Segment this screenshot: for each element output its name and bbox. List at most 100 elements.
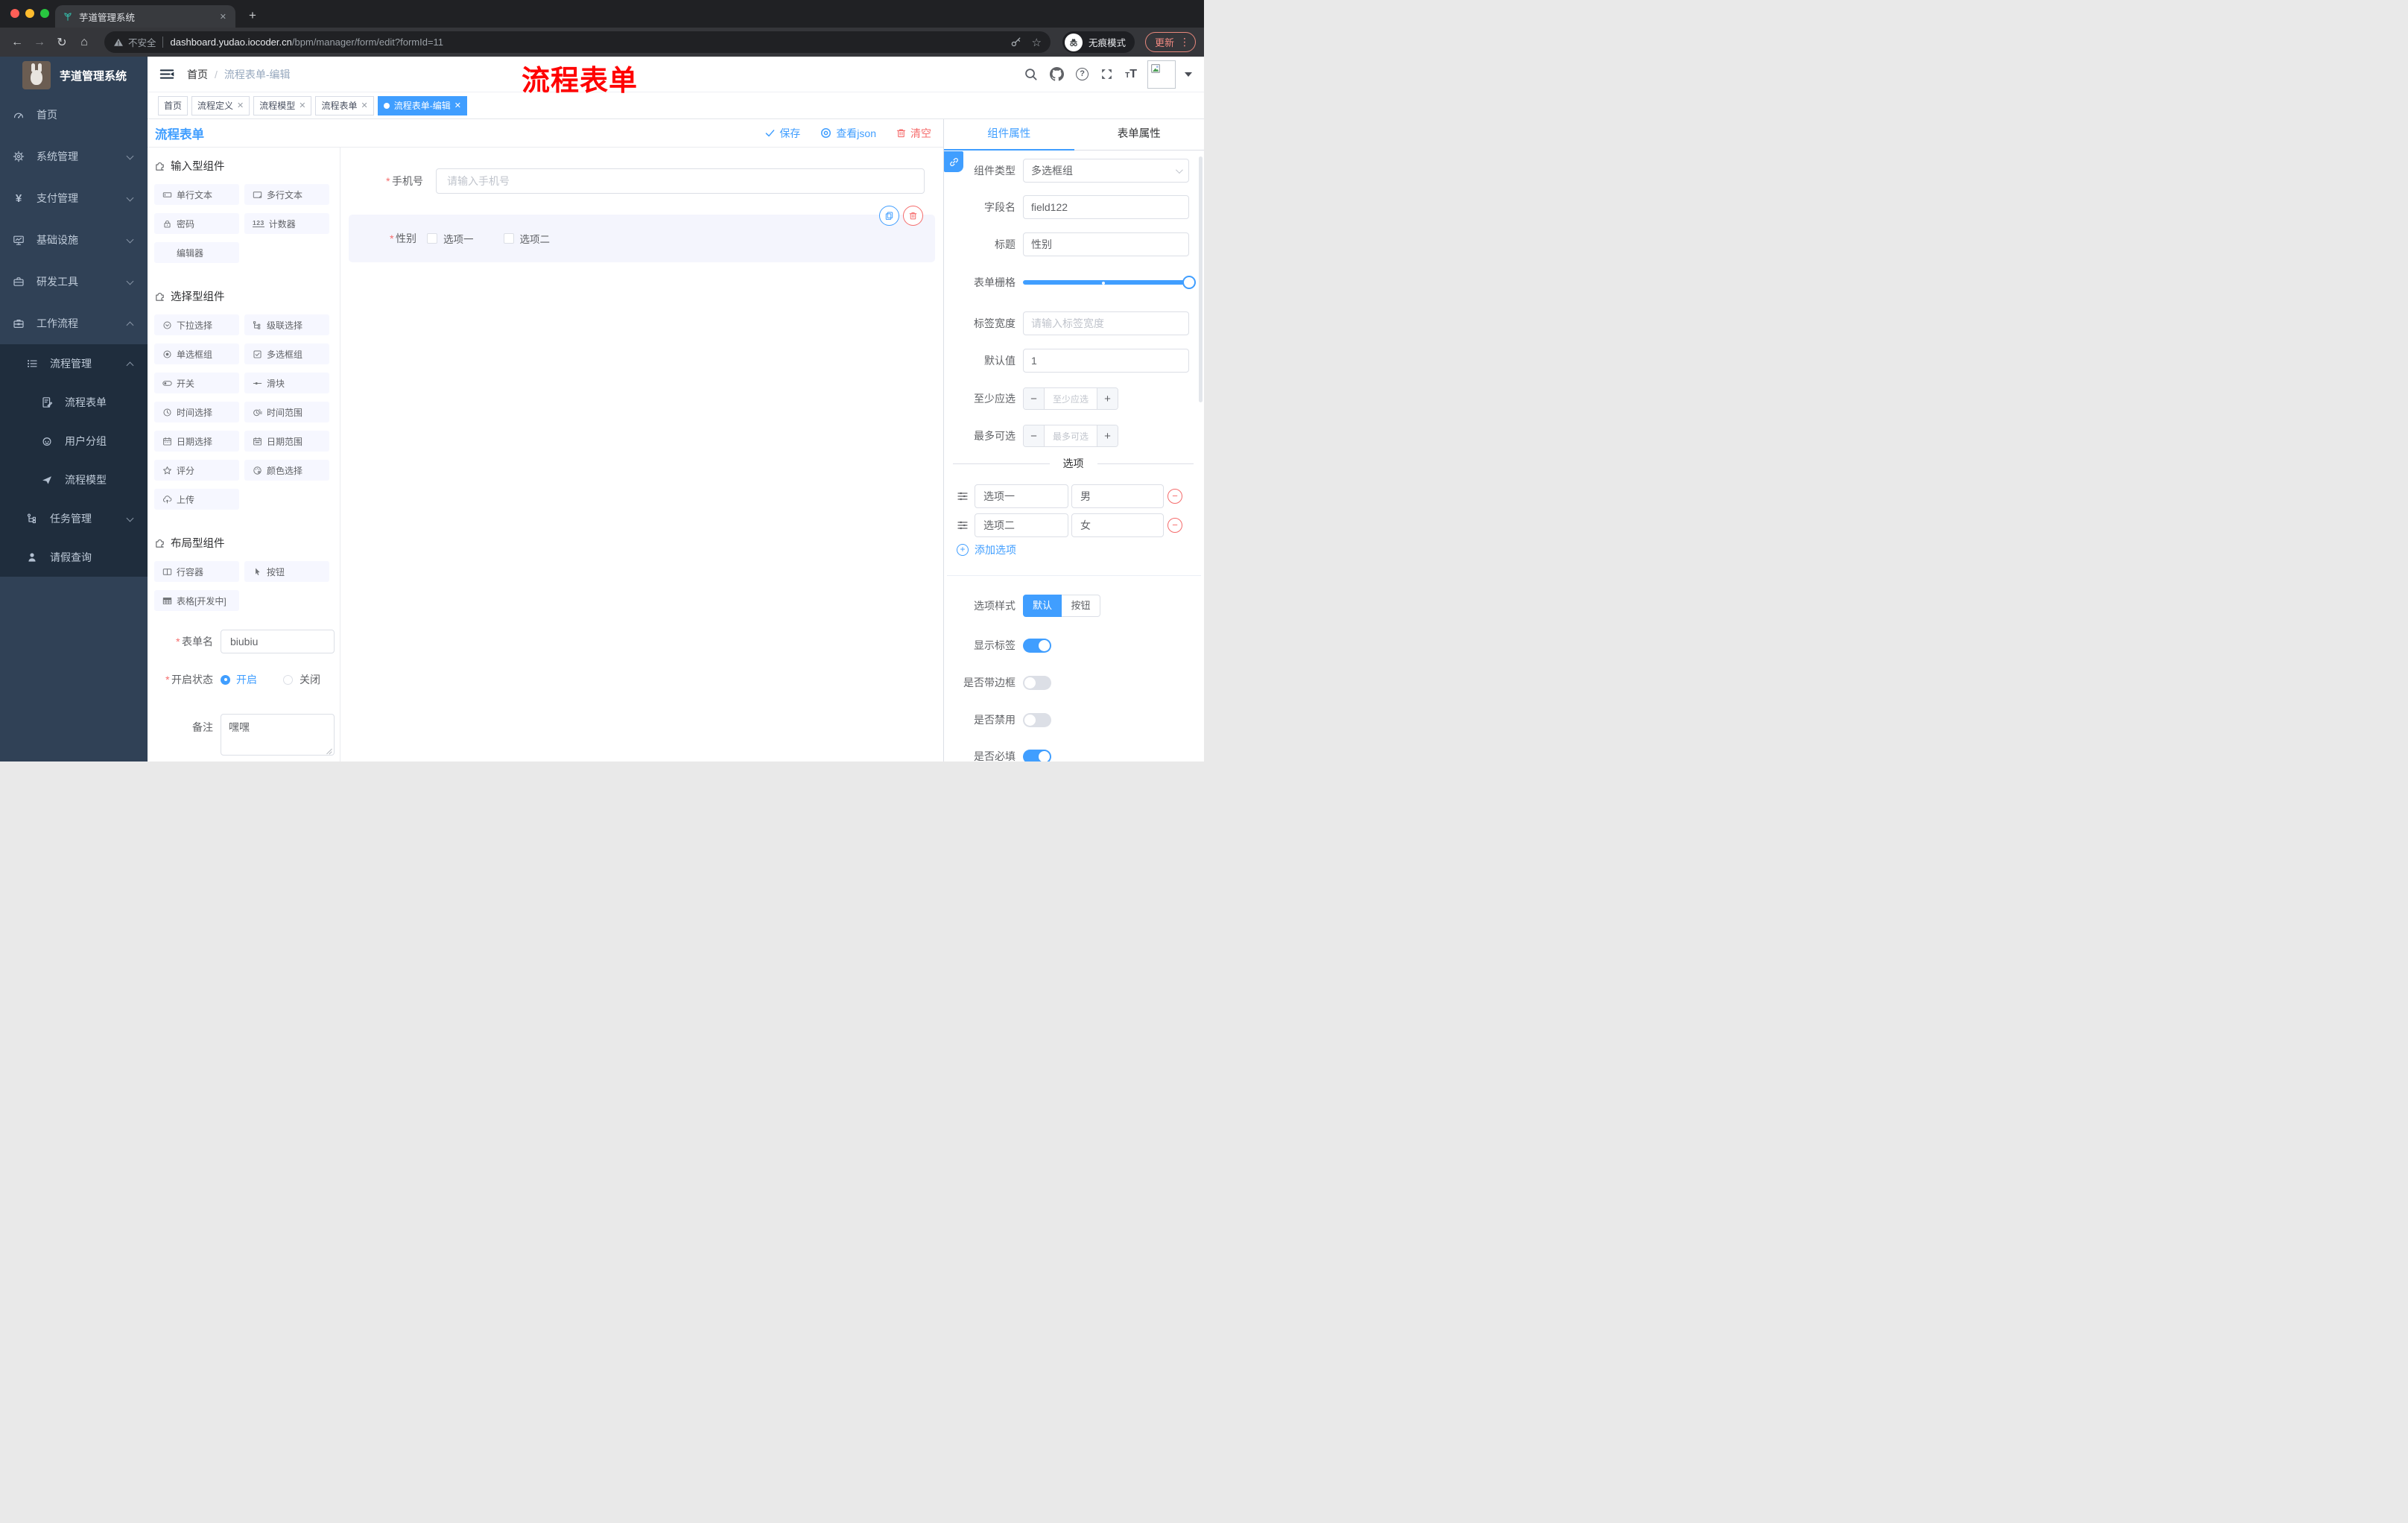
sidebar-item-infra[interactable]: 基础设施 (0, 219, 148, 261)
browser-menu-icon[interactable]: ⋮ (1179, 36, 1191, 48)
form-canvas[interactable]: * 手机号 请输入手机号 * 性别 选项一 选项二 (340, 148, 943, 762)
remark-textarea[interactable]: 嘿嘿 (221, 714, 335, 756)
field-name-input[interactable]: field122 (1023, 195, 1189, 219)
palette-item-select[interactable]: 下拉选择 (154, 314, 239, 335)
resize-handle[interactable] (326, 747, 332, 753)
disabled-toggle[interactable] (1023, 712, 1051, 727)
palette-item-time-picker[interactable]: 时间选择 (154, 402, 239, 422)
sidebar-item-process-mgmt[interactable]: 流程管理 (0, 344, 148, 383)
checkbox[interactable] (427, 233, 437, 244)
sidebar-item-devtools[interactable]: 研发工具 (0, 261, 148, 303)
increase-button[interactable]: + (1097, 425, 1118, 446)
option-value-input[interactable]: 女 (1071, 513, 1164, 537)
palette-item-radio-group[interactable]: 单选框组 (154, 343, 239, 364)
tag-close-icon[interactable]: ✕ (361, 101, 368, 110)
tab-component-props[interactable]: 组件属性 (944, 119, 1074, 150)
phone-input[interactable]: 请输入手机号 (436, 168, 925, 194)
sidebar-item-task-mgmt[interactable]: 任务管理 (0, 499, 148, 538)
search-icon[interactable] (1024, 67, 1038, 81)
link-tag-button[interactable] (944, 151, 963, 172)
font-size-icon[interactable]: TT (1125, 68, 1137, 80)
back-button[interactable]: ← (6, 36, 28, 49)
sidebar-item-process-form[interactable]: 流程表单 (0, 383, 148, 422)
gender-option-2[interactable]: 选项二 (503, 231, 550, 246)
increase-button[interactable]: + (1097, 388, 1118, 409)
tag-process-form-edit[interactable]: 流程表单-编辑 ✕ (377, 95, 467, 115)
palette-item-editor[interactable]: 编辑器 (154, 242, 239, 263)
drag-handle-icon[interactable] (957, 490, 969, 502)
sidebar-item-process-model[interactable]: 流程模型 (0, 460, 148, 499)
browser-update-button[interactable]: 更新 ⋮ (1145, 32, 1197, 52)
max-stepper-input[interactable]: 最多可选 (1045, 425, 1097, 446)
view-json-button[interactable]: 查看json (820, 126, 876, 141)
sidebar-item-workflow[interactable]: 工作流程 (0, 303, 148, 344)
sidebar-item-home[interactable]: 首页 (0, 94, 148, 136)
palette-item-color-picker[interactable]: 颜色选择 (244, 460, 329, 481)
palette-item-cascader[interactable]: 级联选择 (244, 314, 329, 335)
option-label-input[interactable]: 选项一 (975, 484, 1068, 508)
password-key-icon[interactable] (1010, 37, 1021, 48)
tag-process-form[interactable]: 流程表单 ✕ (315, 95, 374, 115)
palette-item-row-container[interactable]: 行容器 (154, 561, 239, 582)
breadcrumb-home[interactable]: 首页 (187, 67, 208, 82)
clear-button[interactable]: 清空 (896, 126, 931, 141)
tag-close-icon[interactable]: ✕ (237, 101, 244, 110)
slider-track[interactable] (1023, 280, 1192, 285)
radio-on-label[interactable]: 开启 (236, 672, 257, 687)
checkbox[interactable] (503, 233, 514, 244)
radio-off[interactable] (283, 674, 293, 685)
palette-item-date-picker[interactable]: 日期选择 (154, 431, 239, 452)
palette-item-rate[interactable]: 评分 (154, 460, 239, 481)
palette-item-date-range[interactable]: 日期范围 (244, 431, 329, 452)
drag-handle-icon[interactable] (957, 519, 969, 531)
tag-process-model[interactable]: 流程模型 ✕ (253, 95, 312, 115)
sidebar-item-user-group[interactable]: 用户分组 (0, 422, 148, 460)
maximize-window-button[interactable] (40, 9, 49, 18)
github-icon[interactable] (1050, 67, 1064, 81)
option-label-input[interactable]: 选项二 (975, 513, 1068, 537)
help-icon[interactable]: ? (1076, 68, 1089, 80)
forward-button[interactable]: → (28, 36, 51, 49)
tag-close-icon[interactable]: ✕ (454, 101, 461, 110)
radio-off-label[interactable]: 关闭 (300, 672, 320, 687)
selected-component-block[interactable]: * 性别 选项一 选项二 (349, 206, 935, 262)
default-value-input[interactable]: 1 (1023, 349, 1189, 373)
palette-item-switch[interactable]: 开关 (154, 373, 239, 393)
avatar[interactable] (1147, 60, 1176, 89)
style-button-button[interactable]: 按钮 (1062, 595, 1100, 617)
avatar-dropdown-caret[interactable] (1185, 72, 1192, 77)
palette-item-counter[interactable]: 123 计数器 (244, 213, 329, 234)
border-toggle[interactable] (1023, 675, 1051, 690)
palette-item-password[interactable]: 密码 (154, 213, 239, 234)
decrease-button[interactable]: − (1024, 388, 1045, 409)
palette-item-textarea[interactable]: 多行文本 (244, 184, 329, 205)
gender-option-1[interactable]: 选项一 (427, 231, 474, 246)
remove-option-button[interactable]: − (1167, 518, 1182, 533)
decrease-button[interactable]: − (1024, 425, 1045, 446)
required-toggle[interactable] (1023, 749, 1051, 762)
show-label-toggle[interactable] (1023, 638, 1051, 653)
new-tab-button[interactable]: + (243, 6, 262, 25)
form-name-input[interactable]: biubiu (221, 630, 335, 653)
tab-form-props[interactable]: 表单属性 (1074, 119, 1205, 150)
address-bar[interactable]: 不安全 dashboard.yudao.iocoder.cn/bpm/manag… (104, 31, 1051, 53)
reload-button[interactable]: ↻ (51, 35, 73, 50)
title-input[interactable]: 性别 (1023, 232, 1189, 256)
option-value-input[interactable]: 男 (1071, 484, 1164, 508)
sidebar-collapse-icon[interactable] (159, 67, 174, 81)
fullscreen-icon[interactable] (1100, 68, 1113, 80)
minimize-window-button[interactable] (25, 9, 34, 18)
remove-option-button[interactable]: − (1167, 489, 1182, 504)
home-button[interactable]: ⌂ (73, 36, 95, 49)
palette-item-time-range[interactable]: 时间范围 (244, 402, 329, 422)
phone-field-row[interactable]: * 手机号 请输入手机号 (340, 168, 943, 194)
close-window-button[interactable] (10, 9, 19, 18)
tag-process-definition[interactable]: 流程定义 ✕ (191, 95, 250, 115)
tab-close-icon[interactable]: ✕ (218, 12, 228, 22)
tag-home[interactable]: 首页 (158, 95, 188, 115)
grid-slider[interactable] (1023, 270, 1196, 294)
save-button[interactable]: 保存 (764, 126, 800, 141)
tag-close-icon[interactable]: ✕ (299, 101, 305, 110)
sidebar-item-payment[interactable]: ¥ 支付管理 (0, 177, 148, 219)
min-stepper-input[interactable]: 至少应选 (1045, 388, 1097, 409)
